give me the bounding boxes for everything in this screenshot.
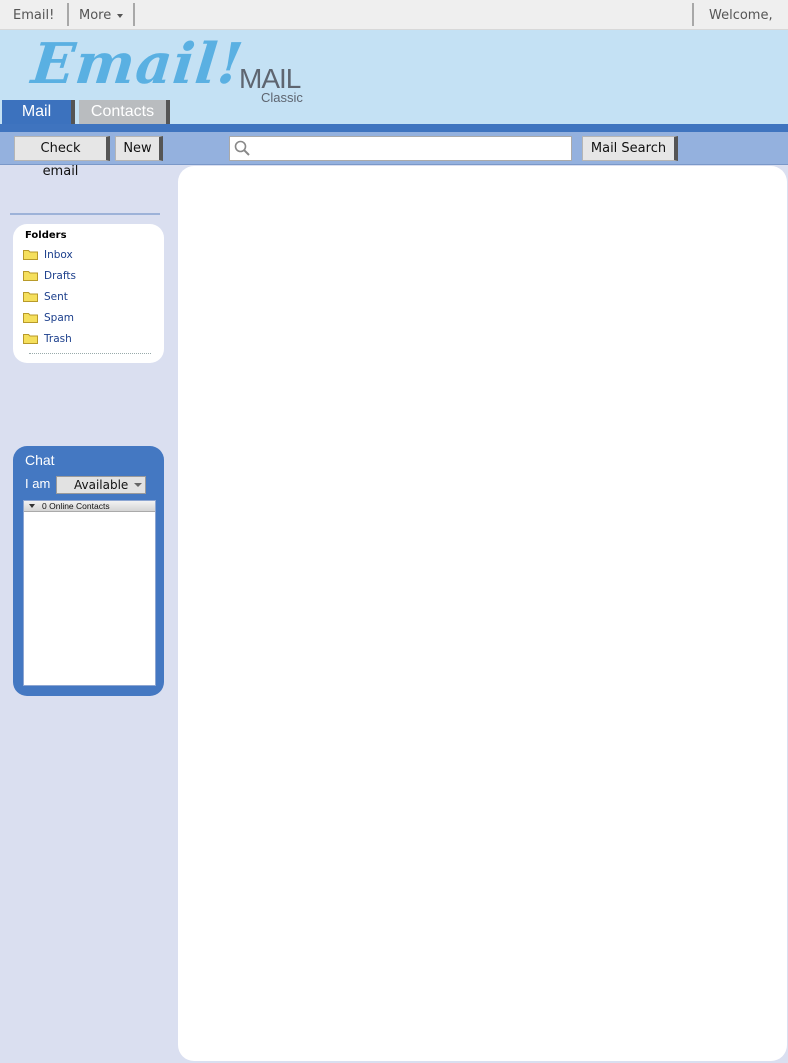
header: Email! MAIL Classic Mail Contacts — [0, 30, 788, 124]
welcome-text: Welcome, — [709, 8, 773, 23]
folder-label: Trash — [44, 333, 72, 345]
online-contacts-count: 0 Online Contacts — [42, 501, 110, 511]
topbar-divider — [67, 3, 69, 26]
tab-mail[interactable]: Mail — [2, 100, 71, 124]
sidebar-divider — [10, 213, 160, 215]
tab-edge — [71, 100, 75, 124]
status-value: Available — [74, 478, 129, 492]
status-label: I am — [25, 476, 51, 491]
folder-icon — [23, 292, 38, 302]
toolbar: Check email New Mail Search — [0, 132, 788, 179]
chevron-down-icon — [134, 483, 142, 487]
online-contacts-list[interactable]: 0 Online Contacts — [23, 500, 156, 686]
folder-icon — [23, 271, 38, 281]
brand-link[interactable]: Email! — [13, 8, 54, 23]
message-pane — [178, 166, 787, 1061]
mail-search-button[interactable]: Mail Search — [582, 136, 678, 161]
header-divider — [0, 124, 788, 132]
folders-panel: Folders Inbox Drafts Sent Spam Trash — [13, 224, 164, 363]
new-button[interactable]: New — [115, 136, 163, 161]
more-label: More — [79, 8, 112, 23]
check-email-button[interactable]: Check email — [14, 136, 110, 179]
chat-title: Chat — [25, 452, 55, 468]
chat-panel: Chat I am Available 0 Online Contacts — [13, 446, 164, 696]
more-menu[interactable]: More — [79, 8, 124, 23]
top-bar: Email! More Welcome, — [0, 0, 788, 30]
product-edition: Classic — [261, 90, 303, 105]
folder-label: Sent — [44, 291, 68, 303]
topbar-divider — [692, 3, 694, 26]
folder-icon — [23, 250, 38, 260]
tab-edge — [166, 100, 170, 124]
folders-title: Folders — [25, 230, 67, 241]
folders-divider — [29, 353, 151, 354]
folder-icon — [23, 334, 38, 344]
search-icon — [234, 140, 250, 156]
collapse-triangle-icon — [29, 504, 35, 508]
logo: Email! — [28, 31, 247, 97]
chevron-down-icon — [117, 13, 124, 18]
search-box — [229, 136, 572, 161]
search-input[interactable] — [252, 139, 567, 158]
tab-contacts[interactable]: Contacts — [79, 100, 166, 124]
folder-label: Drafts — [44, 270, 76, 282]
folder-label: Inbox — [44, 249, 73, 261]
folder-icon — [23, 313, 38, 323]
status-select[interactable]: Available — [56, 476, 146, 494]
online-contacts-header[interactable]: 0 Online Contacts — [24, 501, 155, 512]
folder-label: Spam — [44, 312, 74, 324]
topbar-divider — [133, 3, 135, 26]
